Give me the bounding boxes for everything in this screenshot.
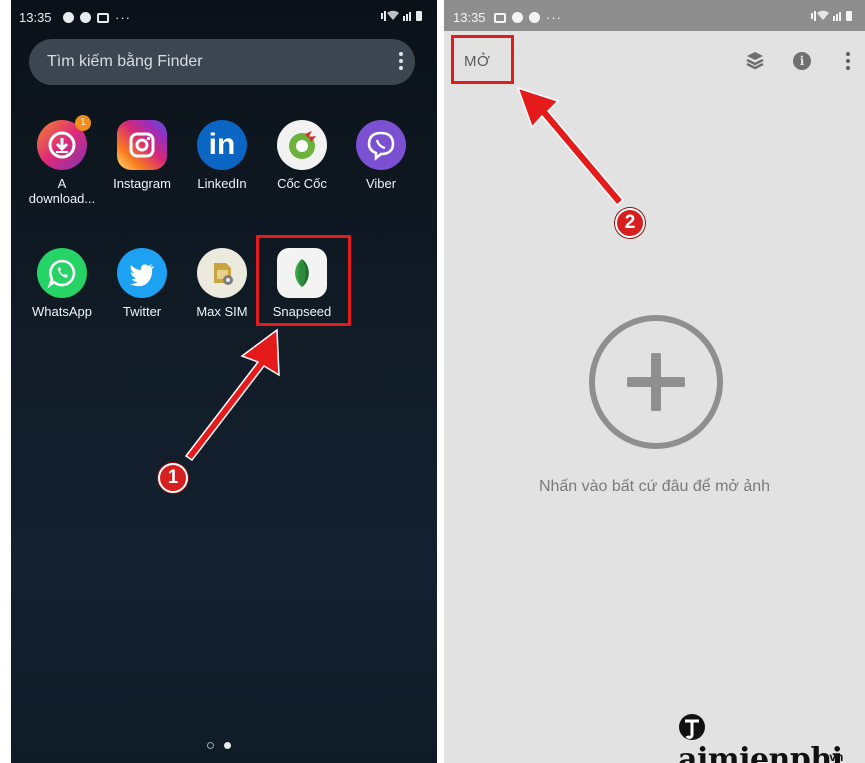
arrow-to-snapseed bbox=[184, 328, 280, 462]
arrow-to-open-button bbox=[516, 86, 625, 207]
watermark-text: aimienphi bbox=[678, 742, 843, 763]
watermark-domain: .vn bbox=[826, 750, 844, 763]
taimienphi-logo-icon bbox=[679, 714, 705, 740]
step-2-marker: 2 bbox=[615, 208, 645, 238]
annotation-arrows bbox=[184, 86, 625, 462]
taimienphi-watermark: aimienphi .vn bbox=[678, 712, 865, 763]
step-1-marker: 1 bbox=[158, 463, 188, 493]
